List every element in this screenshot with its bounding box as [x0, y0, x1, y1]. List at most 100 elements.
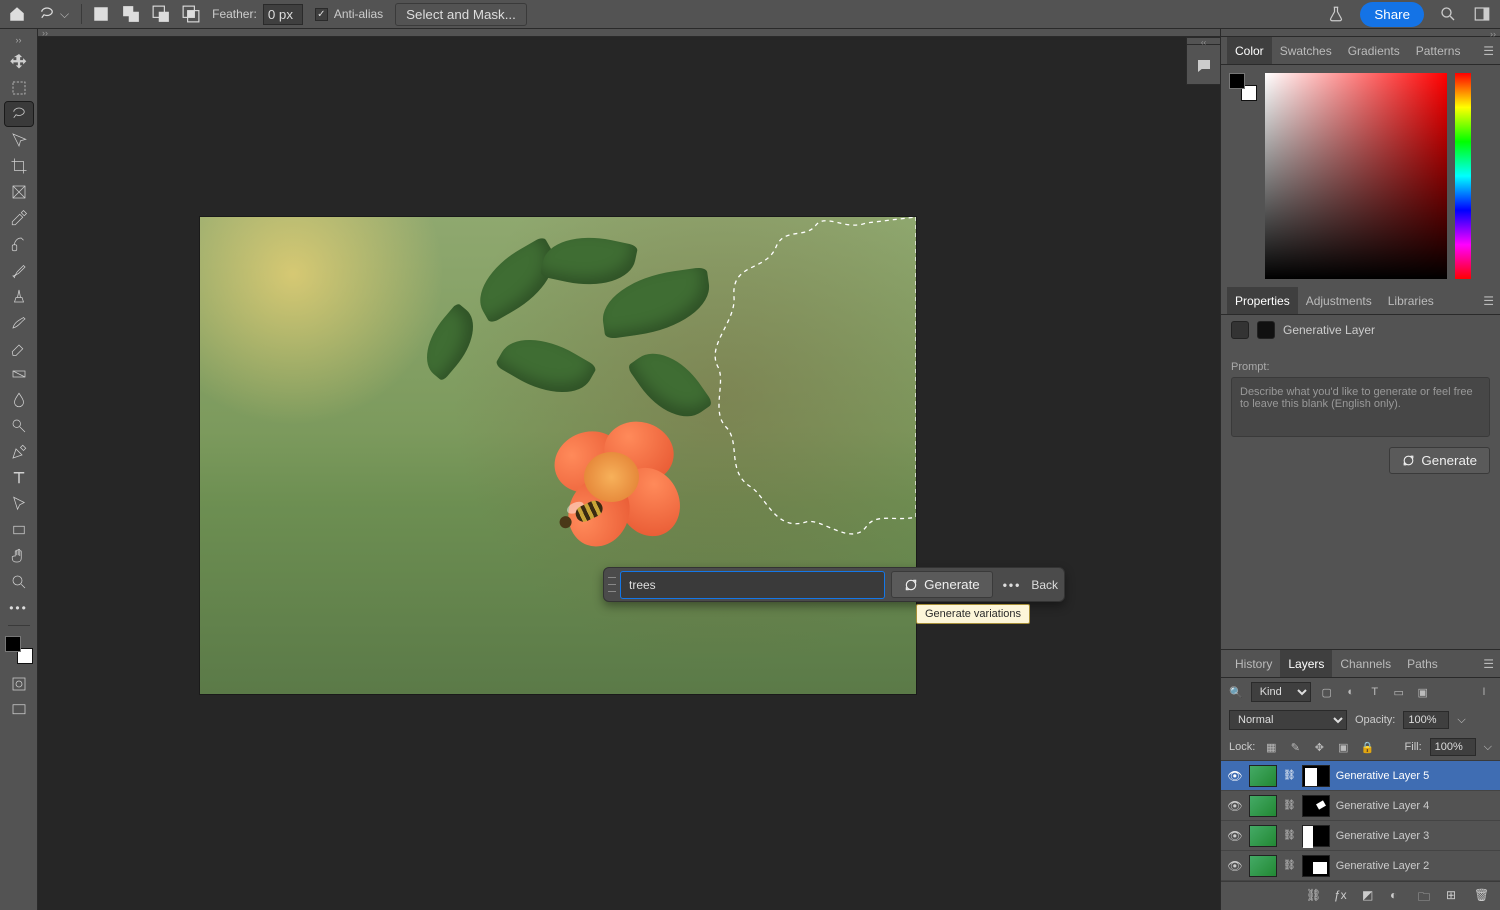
- zoom-tool[interactable]: [5, 570, 33, 594]
- selection-mode-new[interactable]: [92, 0, 110, 28]
- dodge-tool[interactable]: [5, 414, 33, 438]
- beaker-icon[interactable]: [1326, 4, 1346, 24]
- select-and-mask-button[interactable]: Select and Mask...: [395, 3, 527, 26]
- foreground-color-swatch[interactable]: [5, 636, 21, 652]
- delete-layer-icon[interactable]: 🗑: [1474, 888, 1490, 904]
- anti-alias-group[interactable]: ✓ Anti-alias: [315, 0, 383, 28]
- move-tool[interactable]: [5, 50, 33, 74]
- path-selection-tool[interactable]: [5, 492, 33, 516]
- gradient-tool[interactable]: [5, 362, 33, 386]
- layer-row[interactable]: 👁 ⛓ Generative Layer 4: [1221, 791, 1500, 821]
- lock-paint-icon[interactable]: ✎: [1287, 739, 1303, 755]
- canvas-collapse-strip[interactable]: ››: [38, 29, 1220, 37]
- panel-flyout-menu[interactable]: ☰: [1483, 657, 1494, 671]
- document-canvas[interactable]: [200, 217, 916, 694]
- search-icon[interactable]: [1438, 4, 1458, 24]
- home-button[interactable]: [8, 0, 26, 28]
- visibility-toggle[interactable]: 👁: [1227, 829, 1243, 843]
- layer-mask-thumbnail[interactable]: [1302, 795, 1330, 817]
- hand-tool[interactable]: [5, 544, 33, 568]
- filter-smart-icon[interactable]: ▣: [1415, 684, 1431, 700]
- prompt-textarea[interactable]: Describe what you'd like to generate or …: [1231, 377, 1490, 437]
- marquee-tool[interactable]: [5, 76, 33, 100]
- link-icon[interactable]: ⛓: [1283, 800, 1296, 811]
- new-adjustment-icon[interactable]: ◐: [1390, 888, 1406, 904]
- selection-mode-intersect[interactable]: [182, 0, 200, 28]
- link-icon[interactable]: ⛓: [1283, 830, 1296, 841]
- lasso-tool[interactable]: [5, 102, 33, 126]
- lock-position-icon[interactable]: ✥: [1311, 739, 1327, 755]
- layer-thumbnail[interactable]: [1249, 825, 1277, 847]
- blend-mode-select[interactable]: Normal: [1229, 710, 1347, 730]
- edit-toolbar-button[interactable]: •••: [5, 596, 33, 620]
- healing-brush-tool[interactable]: [5, 232, 33, 256]
- feather-input[interactable]: [263, 4, 303, 25]
- hue-slider[interactable]: [1455, 73, 1471, 279]
- layer-row[interactable]: 👁 ⛓ Generative Layer 2: [1221, 851, 1500, 881]
- tab-layers[interactable]: Layers: [1280, 650, 1332, 677]
- layer-mask-thumbnail[interactable]: [1302, 765, 1330, 787]
- layer-name[interactable]: Generative Layer 4: [1336, 800, 1494, 812]
- selection-mode-subtract[interactable]: [152, 0, 170, 28]
- tab-history[interactable]: History: [1227, 650, 1280, 677]
- tab-libraries[interactable]: Libraries: [1380, 287, 1442, 314]
- brush-tool[interactable]: [5, 258, 33, 282]
- lock-transparency-icon[interactable]: ▦: [1263, 739, 1279, 755]
- layer-thumbnail[interactable]: [1249, 795, 1277, 817]
- clone-stamp-tool[interactable]: [5, 284, 33, 308]
- panel-flyout-menu[interactable]: ☰: [1483, 294, 1494, 308]
- layer-thumbnail[interactable]: [1249, 855, 1277, 877]
- share-button[interactable]: Share: [1360, 2, 1424, 27]
- eraser-tool[interactable]: [5, 336, 33, 360]
- chevron-down-icon[interactable]: ⌵: [1484, 741, 1492, 754]
- lock-artboard-icon[interactable]: ▣: [1335, 739, 1351, 755]
- layer-row[interactable]: 👁 ⛓ Generative Layer 5: [1221, 761, 1500, 791]
- filter-shape-icon[interactable]: ▭: [1391, 684, 1407, 700]
- rectangle-tool[interactable]: [5, 518, 33, 542]
- quick-mask-toggle[interactable]: [5, 672, 33, 696]
- link-icon[interactable]: ⛓: [1283, 770, 1296, 781]
- tab-patterns[interactable]: Patterns: [1408, 37, 1469, 64]
- history-brush-tool[interactable]: [5, 310, 33, 334]
- new-group-icon[interactable]: 🗀: [1418, 888, 1434, 904]
- layer-row[interactable]: 👁 ⛓ Generative Layer 3: [1221, 821, 1500, 851]
- tab-color[interactable]: Color: [1227, 37, 1272, 64]
- visibility-toggle[interactable]: 👁: [1227, 859, 1243, 873]
- canvas-region[interactable]: ››: [38, 29, 1220, 910]
- tab-paths[interactable]: Paths: [1399, 650, 1446, 677]
- visibility-toggle[interactable]: 👁: [1227, 769, 1243, 783]
- workspace-switcher-icon[interactable]: [1472, 4, 1492, 24]
- toolbar-expand-grip[interactable]: ››: [16, 35, 22, 45]
- drag-grip-icon[interactable]: [608, 575, 616, 595]
- tab-gradients[interactable]: Gradients: [1340, 37, 1408, 64]
- link-layers-icon[interactable]: ⛓: [1306, 888, 1322, 904]
- generative-prompt-input[interactable]: [620, 571, 885, 599]
- properties-generate-button[interactable]: Generate: [1389, 447, 1490, 474]
- layer-name[interactable]: Generative Layer 2: [1336, 860, 1494, 872]
- blur-tool[interactable]: [5, 388, 33, 412]
- lock-all-icon[interactable]: 🔒: [1359, 739, 1375, 755]
- filter-type-icon[interactable]: T: [1367, 684, 1383, 700]
- type-tool[interactable]: [5, 466, 33, 490]
- pen-tool[interactable]: [5, 440, 33, 464]
- visibility-toggle[interactable]: 👁: [1227, 799, 1243, 813]
- right-dock-collapse-strip[interactable]: ››: [1221, 29, 1500, 37]
- layer-fx-icon[interactable]: ƒx: [1334, 888, 1350, 904]
- panel-flyout-menu[interactable]: ☰: [1483, 44, 1494, 58]
- back-button[interactable]: Back: [1031, 578, 1058, 592]
- generate-button[interactable]: Generate: [891, 571, 993, 598]
- layer-thumbnail[interactable]: [1249, 765, 1277, 787]
- quick-selection-tool[interactable]: [5, 128, 33, 152]
- comments-icon[interactable]: [1195, 57, 1213, 78]
- fill-input[interactable]: [1430, 738, 1476, 756]
- layer-name[interactable]: Generative Layer 3: [1336, 830, 1494, 842]
- filter-adjust-icon[interactable]: ◐: [1343, 684, 1359, 700]
- layer-filter-kind[interactable]: Kind: [1251, 682, 1311, 702]
- link-icon[interactable]: ⛓: [1283, 860, 1296, 871]
- new-layer-icon[interactable]: ⊞: [1446, 888, 1462, 904]
- filter-pixel-icon[interactable]: ▢: [1319, 684, 1335, 700]
- selection-mode-add[interactable]: [122, 0, 140, 28]
- active-tool-display[interactable]: ⌵: [38, 0, 69, 28]
- color-panel-fgbg[interactable]: [1229, 73, 1257, 101]
- filter-toggle[interactable]: ⏽: [1476, 684, 1492, 700]
